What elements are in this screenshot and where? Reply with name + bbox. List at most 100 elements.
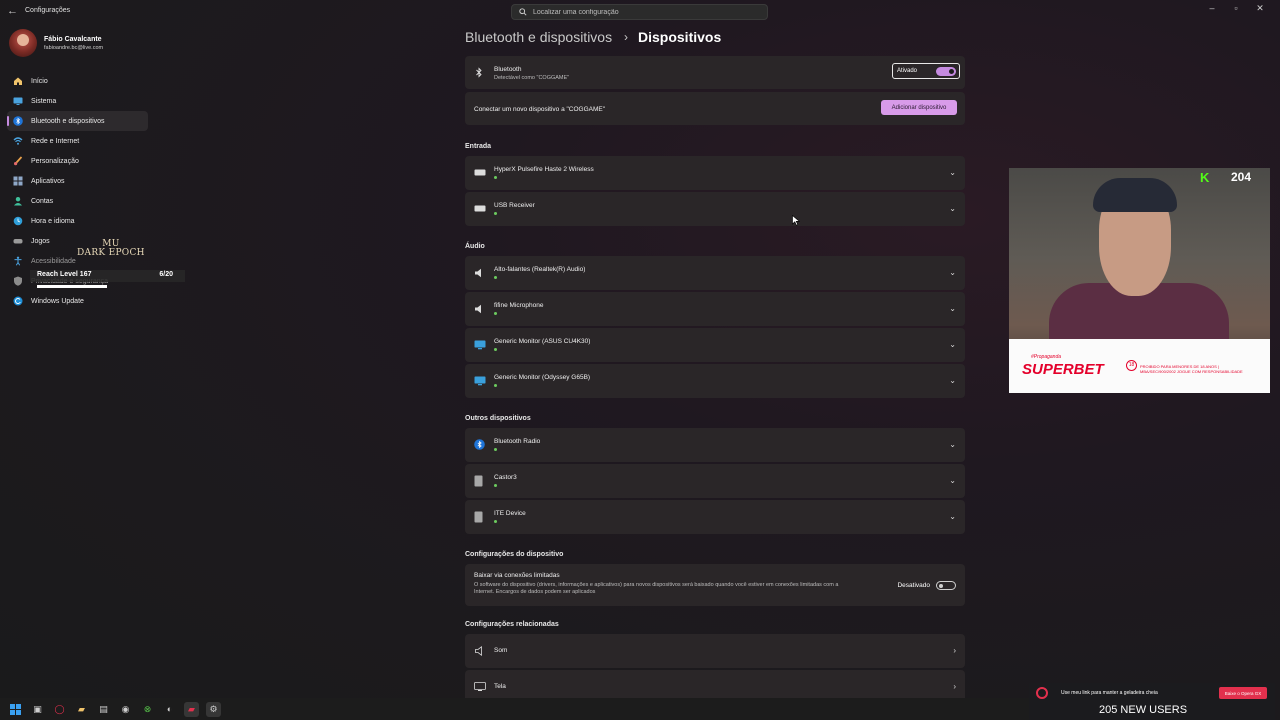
sidebar-item-contas[interactable]: Contas: [7, 191, 148, 211]
kick-icon: K: [1200, 170, 1210, 185]
task-view-icon[interactable]: ▣: [30, 702, 45, 717]
new-users-count: 205 NEW USERS: [1099, 704, 1188, 716]
chevron-down-icon[interactable]: ⌄: [949, 168, 956, 177]
monitor-icon: [474, 340, 486, 350]
chevron-down-icon[interactable]: ⌄: [949, 440, 956, 449]
sidebar-item-inicio[interactable]: Início: [7, 71, 148, 91]
sidebar-item-hora-idioma[interactable]: Hora e idioma: [7, 211, 148, 231]
section-heading-entrada: Entrada: [465, 143, 492, 150]
sidebar-item-bluetooth[interactable]: Bluetooth e dispositivos: [7, 111, 148, 131]
store-icon[interactable]: ▤: [96, 702, 111, 717]
sidebar-item-label: Rede e Internet: [31, 137, 80, 145]
bluetooth-toggle[interactable]: Ativado: [892, 63, 960, 79]
device-row[interactable]: USB Receiver ⌄: [465, 192, 965, 226]
keyboard-icon: [474, 205, 486, 212]
maximize-icon[interactable]: ▫: [1224, 3, 1248, 14]
streaming-app-icon[interactable]: ▰: [184, 701, 199, 717]
title-bar: ← Configurações – ▫ ✕: [0, 0, 1280, 24]
device-name: Generic Monitor (Odyssey G65B): [494, 374, 591, 381]
sponsor-banner: #Propaganda SUPERBET 18 PROIBIDO PARA ME…: [1009, 339, 1270, 393]
device-row[interactable]: Bluetooth Radio ⌄: [465, 428, 965, 462]
device-row[interactable]: Generic Monitor (ASUS CU4K30) ⌄: [465, 328, 965, 362]
settings-icon[interactable]: ⚙: [206, 701, 221, 717]
device-icon: [474, 511, 483, 523]
chevron-down-icon[interactable]: ⌄: [949, 204, 956, 213]
update-icon: [13, 296, 23, 306]
webcam-overlay: K 204 #Propaganda SUPERBET 18 PROIBIDO P…: [1009, 168, 1270, 393]
chevron-down-icon[interactable]: ⌄: [949, 512, 956, 521]
toggle-switch[interactable]: [936, 67, 956, 76]
xbox-icon[interactable]: ⊗: [140, 702, 155, 717]
mouse-icon: [474, 169, 486, 176]
search-box[interactable]: [511, 4, 768, 20]
sidebar-item-label: Aplicativos: [31, 177, 65, 185]
status-dot: [494, 176, 497, 179]
close-icon[interactable]: ✕: [1248, 3, 1272, 14]
add-device-button[interactable]: Adicionar dispositivo: [881, 100, 957, 115]
metered-toggle[interactable]: [936, 581, 956, 590]
sidebar-item-label: Bluetooth e dispositivos: [31, 117, 105, 125]
related-item-som[interactable]: Som ›: [465, 634, 965, 668]
apps-icon: [13, 176, 23, 186]
app-title: Configurações: [25, 7, 71, 14]
back-arrow-icon[interactable]: ←: [7, 5, 18, 17]
shield-icon: [14, 276, 22, 286]
wifi-icon: [13, 137, 23, 145]
chrome-icon[interactable]: ◉: [118, 702, 133, 717]
quest-bar: Reach Level 167 6/20: [30, 270, 185, 282]
chevron-down-icon[interactable]: ⌄: [949, 304, 956, 313]
opera-gx-icon[interactable]: ◯: [52, 702, 67, 717]
sidebar-item-personalizacao[interactable]: Personalização: [7, 151, 148, 171]
sidebar-item-label: Personalização: [31, 157, 79, 165]
bluetooth-icon: [474, 439, 485, 450]
device-name: Generic Monitor (ASUS CU4K30): [494, 338, 591, 345]
accessibility-icon: [14, 256, 22, 266]
speaker-icon: [475, 304, 481, 314]
page-title: Dispositivos: [638, 29, 722, 45]
mouse-cursor-icon: [792, 215, 800, 226]
folder-icon[interactable]: ▰: [74, 702, 89, 717]
promo-banner: Use meu link para manter a geladeira che…: [1029, 683, 1275, 720]
search-input[interactable]: [533, 8, 753, 16]
device-row[interactable]: HyperX Pulsefire Haste 2 Wireless ⌄: [465, 156, 965, 190]
avatar[interactable]: [9, 29, 37, 57]
window-controls: – ▫ ✕: [1200, 3, 1272, 14]
status-dot: [494, 448, 497, 451]
sidebar-item-label: Início: [31, 77, 48, 85]
chevron-down-icon[interactable]: ⌄: [949, 376, 956, 385]
game-overlay: MU DARK EPOCH Reach Level 167 6/20: [30, 238, 185, 300]
add-device-card: Conectar um novo dispositivo a "COGGAME"…: [465, 92, 965, 125]
chevron-right-icon[interactable]: ›: [953, 682, 956, 691]
device-row[interactable]: ITE Device ⌄: [465, 500, 965, 534]
sidebar-item-label: Sistema: [31, 97, 57, 105]
sidebar-item-aplicativos[interactable]: Aplicativos: [7, 171, 148, 191]
breadcrumb-parent[interactable]: Bluetooth e dispositivos: [465, 29, 612, 45]
steam-icon[interactable]: ◐: [162, 702, 177, 717]
windows-start-icon[interactable]: [8, 702, 23, 717]
chevron-down-icon[interactable]: ⌄: [949, 340, 956, 349]
device-row[interactable]: fifine Microphone ⌄: [465, 292, 965, 326]
minimize-icon[interactable]: –: [1200, 3, 1224, 14]
device-name: Alto-falantes (Realtek(R) Audio): [494, 266, 586, 273]
quest-level: Reach Level 167: [37, 271, 92, 278]
device-row[interactable]: Generic Monitor (Odyssey G65B) ⌄: [465, 364, 965, 398]
promo-button[interactable]: Baixe o Opera GX: [1219, 687, 1267, 699]
monitor-icon: [474, 682, 486, 691]
device-row[interactable]: Alto-falantes (Realtek(R) Audio) ⌄: [465, 256, 965, 290]
monitor-icon: [474, 376, 486, 386]
home-icon: [14, 77, 22, 85]
chevron-down-icon[interactable]: ⌄: [949, 476, 956, 485]
taskbar: ▣ ◯ ▰ ▤ ◉ ⊗ ◐ ▰ ⚙: [0, 698, 1029, 720]
person-icon: [14, 197, 22, 206]
device-row[interactable]: Castor3 ⌄: [465, 464, 965, 498]
speaker-icon: [475, 646, 482, 656]
bluetooth-icon: [13, 116, 23, 126]
monitor-icon: [13, 97, 23, 105]
opera-icon: [1036, 687, 1048, 699]
status-dot: [494, 384, 497, 387]
sidebar-item-rede[interactable]: Rede e Internet: [7, 131, 148, 151]
chevron-right-icon[interactable]: ›: [953, 646, 956, 655]
bluetooth-subtitle: Detectável como "COGGAME": [494, 75, 570, 81]
sidebar-item-sistema[interactable]: Sistema: [7, 91, 148, 111]
chevron-down-icon[interactable]: ⌄: [949, 268, 956, 277]
